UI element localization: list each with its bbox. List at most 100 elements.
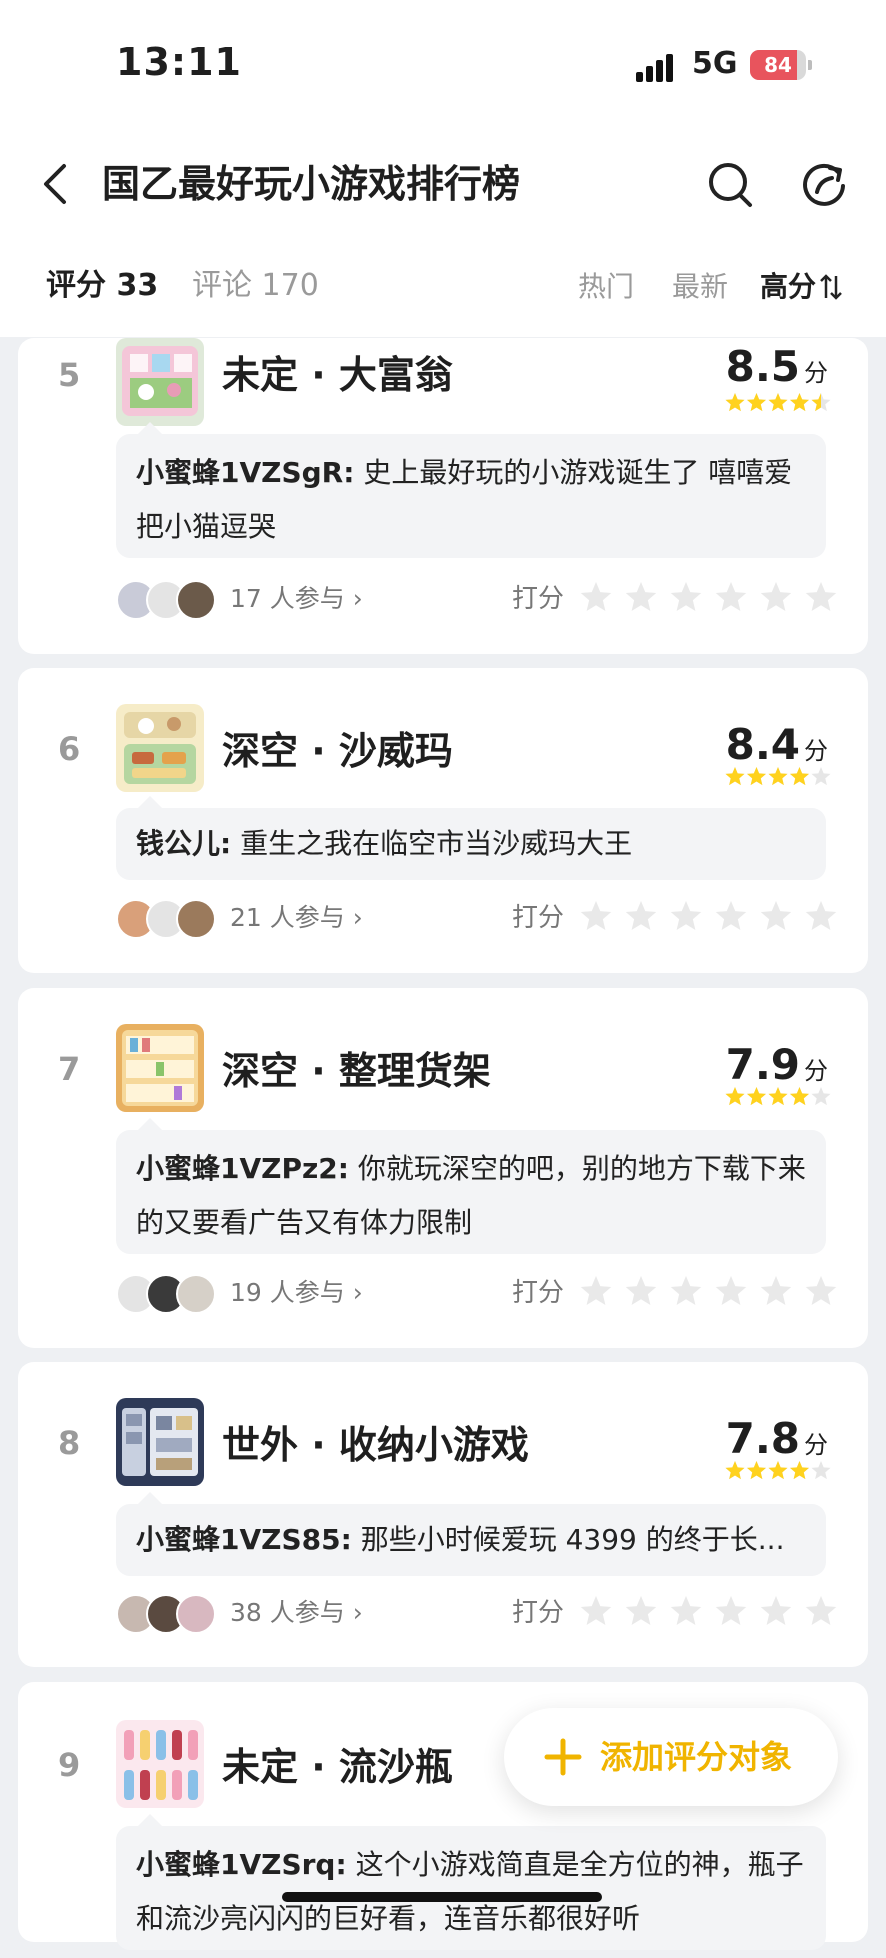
sort-high[interactable]: 高分: [760, 266, 816, 308]
share-icon[interactable]: [800, 158, 848, 210]
rate-label: 打分: [512, 903, 565, 933]
ranking-card[interactable]: 7 深空 · 整理货架 7.9 分 小蜜蜂1VZPz2: 你就玩深空的吧，别的地方…: [18, 988, 868, 1348]
rate-stars-input[interactable]: [578, 580, 840, 616]
star-filled: [768, 1461, 788, 1480]
comment-user: 小蜜蜂1VZS85:: [136, 1523, 352, 1556]
participant-avatars[interactable]: [116, 1274, 218, 1314]
comment-preview[interactable]: 小蜜蜂1VZPz2: 你就玩深空的吧，别的地方下载下来的又要看广告又有体力限制: [116, 1118, 826, 1254]
participants-link[interactable]: 19 人参与 ›: [230, 1274, 363, 1312]
sort-hot[interactable]: 热门: [578, 266, 634, 308]
star-filled: [746, 393, 767, 412]
sort-arrows-icon[interactable]: [820, 272, 842, 302]
game-name[interactable]: 世外 · 收纳小游戏: [222, 1420, 529, 1470]
ranking-card[interactable]: 6 深空 · 沙威玛 8.4 分 钱公儿: 重生之我在临空市当沙威玛大王 21 人…: [18, 668, 868, 973]
star-filled: [768, 393, 788, 412]
score: 7.8 分: [726, 1414, 828, 1463]
battery-icon: 84: [750, 50, 806, 80]
rate-label: 打分: [512, 1598, 565, 1628]
comment-user: 小蜜蜂1VZPz2:: [136, 1152, 349, 1185]
star-filled: [789, 393, 810, 412]
star-empty: [811, 1461, 831, 1480]
rate-star: [580, 1276, 612, 1305]
rank-number: 9: [58, 1746, 81, 1784]
avatar: [176, 580, 216, 620]
tab-comments[interactable]: 评论 170: [192, 264, 319, 308]
game-name[interactable]: 未定 · 大富翁: [222, 350, 453, 400]
score-unit: 分: [804, 1057, 828, 1085]
rate-star: [715, 582, 747, 611]
star-filled: [746, 767, 767, 786]
game-icon-storage[interactable]: [116, 1398, 204, 1486]
score: 7.9 分: [726, 1040, 828, 1089]
signal-icon: [636, 54, 673, 82]
rate-star: [580, 901, 612, 930]
rank-number: 7: [58, 1050, 81, 1088]
star-rating: [725, 393, 831, 412]
star-rating: [725, 767, 831, 786]
game-icon-shawarma[interactable]: [116, 704, 204, 792]
comment-user: 小蜜蜂1VZSrq:: [136, 1848, 347, 1881]
star-rating: [725, 1087, 831, 1106]
rate-star: [805, 1596, 837, 1625]
avatar: [176, 899, 216, 939]
participants-link[interactable]: 38 人参与 ›: [230, 1594, 363, 1632]
comment-text: 那些小时候爱玩 4399 的终于长...: [360, 1523, 785, 1556]
rate-stars-input[interactable]: [578, 1594, 840, 1630]
home-indicator: [282, 1892, 602, 1902]
back-arrow-icon[interactable]: [36, 158, 76, 210]
rank-number: 5: [58, 356, 81, 394]
rate-star: [580, 582, 612, 611]
score-unit: 分: [804, 737, 828, 765]
rate-star: [715, 901, 747, 930]
rate-stars-input[interactable]: [578, 899, 840, 935]
ranking-card[interactable]: 5 未定 · 大富翁 8.5 分 小蜜蜂1VZSgR: 史上最好玩的小游戏诞生了 …: [18, 338, 868, 654]
star-filled: [789, 767, 810, 786]
rate-star: [805, 901, 837, 930]
rate-star: [580, 1596, 612, 1625]
star-empty: [811, 767, 831, 786]
comment-preview[interactable]: 小蜜蜂1VZSrq: 这个小游戏简直是全方位的神，瓶子和流沙亮闪闪的巨好看，连音…: [116, 1814, 826, 1950]
game-name[interactable]: 深空 · 沙威玛: [222, 726, 453, 776]
score-value: 7.9: [725, 1040, 800, 1089]
participant-avatars[interactable]: [116, 1594, 218, 1634]
participants-link[interactable]: 21 人参与 ›: [230, 899, 363, 937]
participant-avatars[interactable]: [116, 580, 218, 620]
participant-avatars[interactable]: [116, 899, 218, 939]
network-type: 5G: [692, 46, 738, 81]
star-filled: [725, 767, 745, 786]
score: 8.5 分: [726, 342, 828, 391]
add-rating-target-button[interactable]: 添加评分对象: [504, 1708, 838, 1806]
game-name[interactable]: 未定 · 流沙瓶: [222, 1742, 453, 1792]
avatar: [176, 1594, 216, 1634]
comment-preview[interactable]: 小蜜蜂1VZS85: 那些小时候爱玩 4399 的终于长...: [116, 1492, 826, 1576]
comment-user: 钱公儿:: [136, 827, 232, 860]
game-icon-sand-bottle[interactable]: [116, 1720, 204, 1808]
rate-star: [760, 1596, 792, 1625]
star-empty: [811, 1087, 831, 1106]
top-bar: 13:11 5G 84 国乙最好玩小游戏排行榜 评分 33 评论 170 热门 …: [0, 0, 886, 337]
score-unit: 分: [804, 359, 828, 387]
score: 8.4 分: [726, 720, 828, 769]
rate-star: [670, 582, 702, 611]
rate-stars-input[interactable]: [578, 1274, 840, 1310]
comment-preview[interactable]: 小蜜蜂1VZSgR: 史上最好玩的小游戏诞生了 嘻嘻爱把小猫逗哭: [116, 422, 826, 558]
game-icon-shelf[interactable]: [116, 1024, 204, 1112]
page-title: 国乙最好玩小游戏排行榜: [102, 162, 521, 206]
score-unit: 分: [804, 1431, 828, 1459]
game-name[interactable]: 深空 · 整理货架: [222, 1046, 491, 1096]
rate-star: [670, 1596, 702, 1625]
search-icon[interactable]: [706, 158, 754, 210]
participants-link[interactable]: 17 人参与 ›: [230, 580, 363, 618]
rate-star: [760, 901, 792, 930]
battery-level: 84: [764, 53, 792, 77]
game-icon-monopoly[interactable]: [116, 338, 204, 426]
comment-preview[interactable]: 钱公儿: 重生之我在临空市当沙威玛大王: [116, 796, 826, 880]
tab-score[interactable]: 评分 33: [46, 264, 158, 308]
rate-label: 打分: [512, 584, 565, 614]
sort-new[interactable]: 最新: [672, 266, 728, 308]
score-value: 7.8: [725, 1414, 800, 1463]
star-filled: [725, 1461, 745, 1480]
rate-star: [625, 901, 657, 930]
star-filled: [768, 767, 788, 786]
ranking-card[interactable]: 8 世外 · 收纳小游戏 7.8 分 小蜜蜂1VZS85: 那些小时候爱玩 439…: [18, 1362, 868, 1667]
